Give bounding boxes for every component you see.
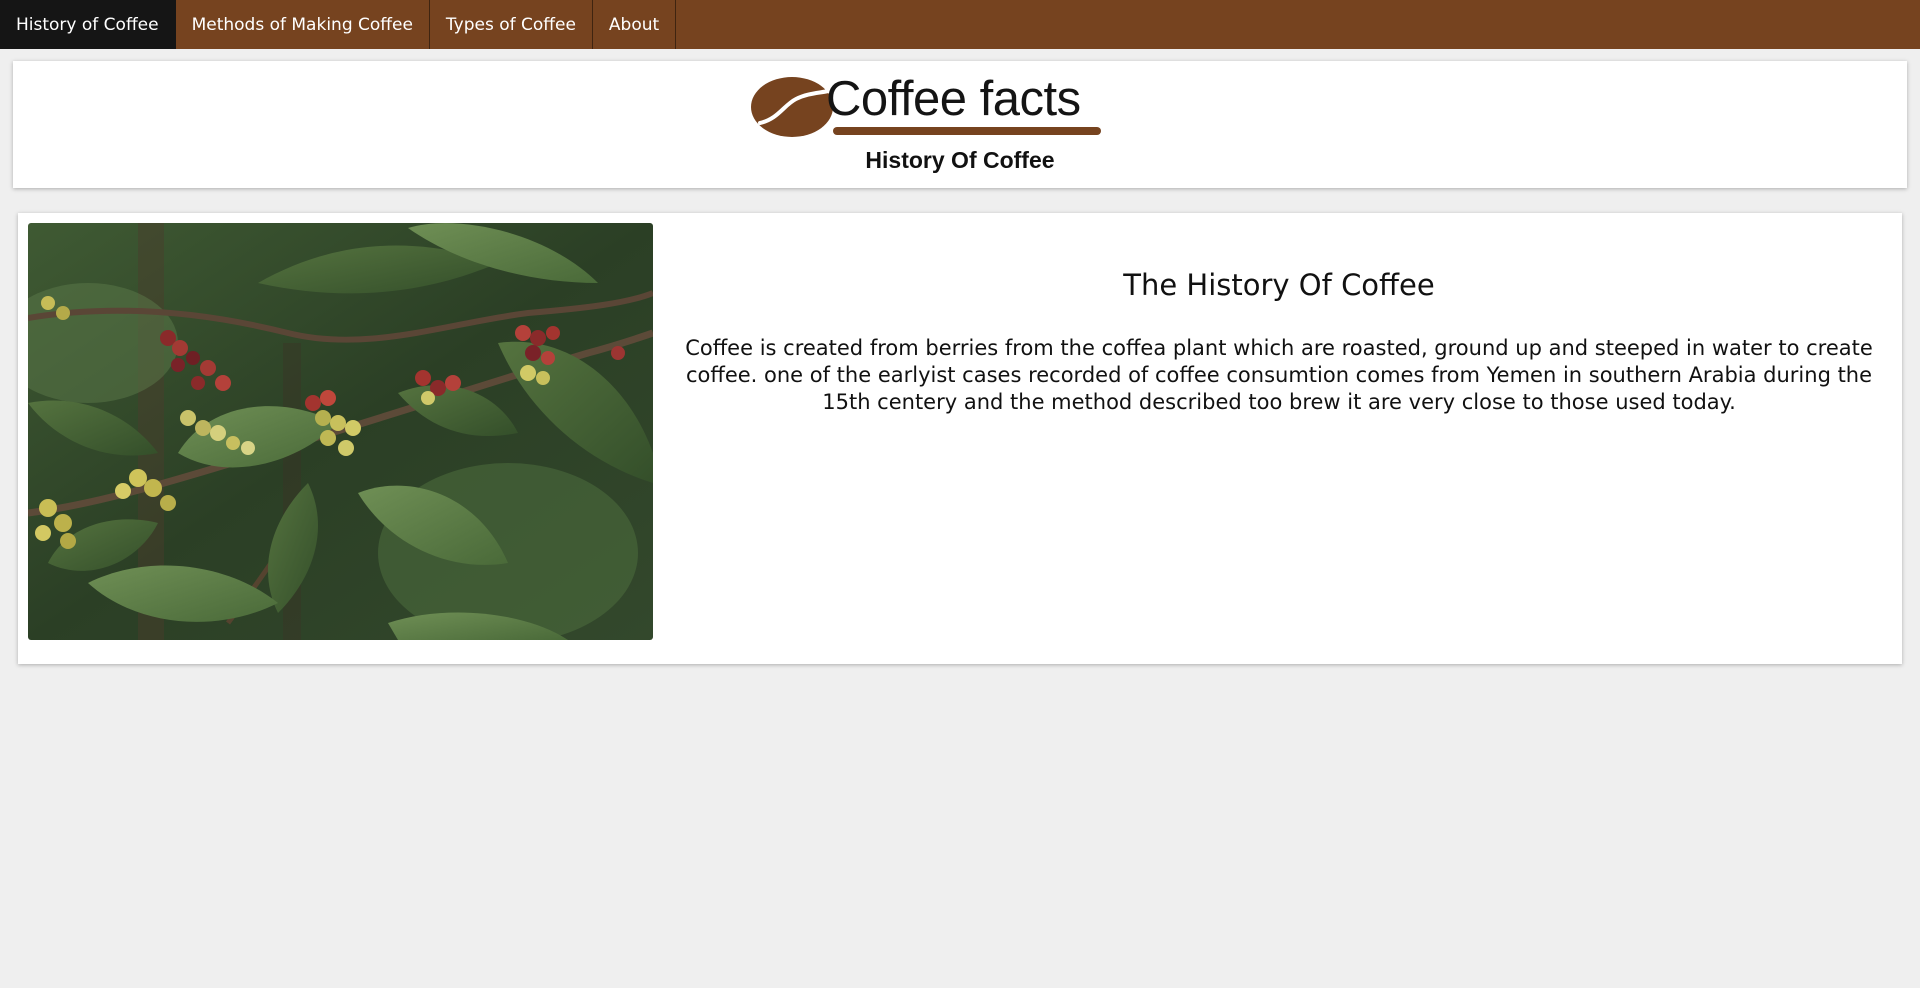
nav-item-methods-of-making-coffee[interactable]: Methods of Making Coffee <box>176 0 430 49</box>
nav-item-types-of-coffee[interactable]: Types of Coffee <box>430 0 593 49</box>
site-header: Coffee facts History Of Coffee <box>13 61 1907 188</box>
page-subtitle: History Of Coffee <box>865 147 1055 173</box>
nav-item-about[interactable]: About <box>593 0 677 49</box>
coffee-plant-image <box>28 223 653 640</box>
history-content-card: The History Of Coffee Coffee is created … <box>18 213 1902 664</box>
coffee-bean-icon <box>751 77 833 137</box>
nav-item-history-of-coffee[interactable]: History of Coffee <box>0 0 176 49</box>
section-body-text: Coffee is created from berries from the … <box>685 336 1873 414</box>
section-title: The History Of Coffee <box>1123 268 1435 302</box>
top-navigation: History of Coffee Methods of Making Coff… <box>0 0 1920 49</box>
logo-underline <box>833 127 1101 135</box>
coffee-plant-illustration <box>28 223 653 640</box>
coffee-facts-logo: Coffee facts <box>738 71 1118 137</box>
logo-text: Coffee facts <box>826 72 1081 126</box>
